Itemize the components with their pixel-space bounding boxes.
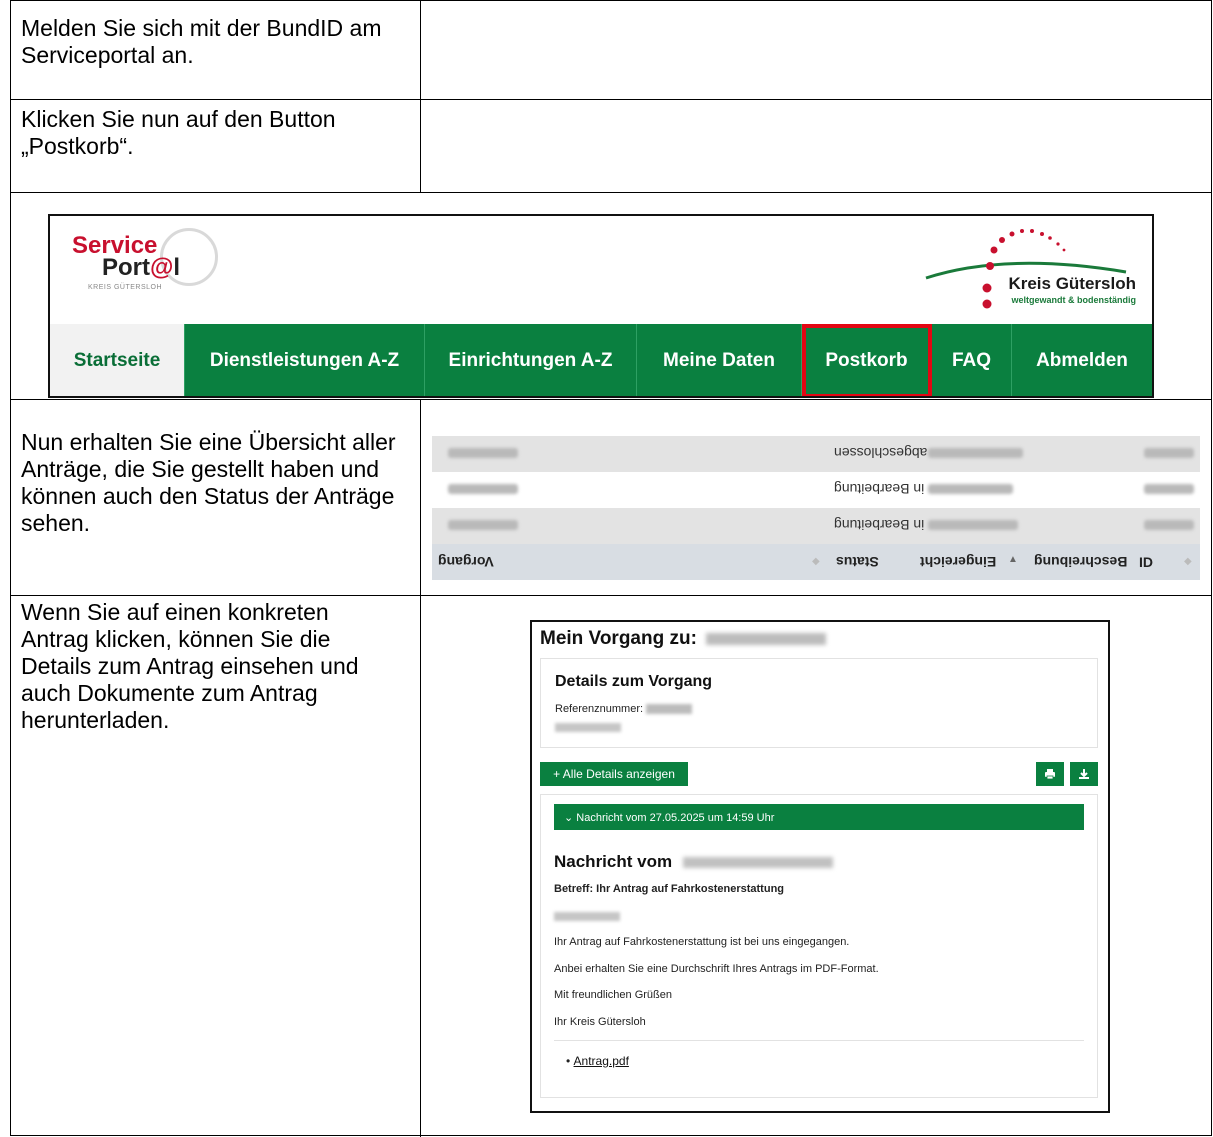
status-cell: in Bearbeitung <box>834 481 925 497</box>
redacted-line <box>555 723 621 732</box>
redacted-vorgang <box>448 484 518 494</box>
message-header[interactable]: ⌄ Nachricht vom 27.05.2025 um 14:59 Uhr <box>554 804 1084 830</box>
sort-icon[interactable]: ◆ <box>812 556 820 567</box>
status-cell: abgeschlossen <box>834 445 928 461</box>
redacted-vorgang-name <box>706 632 827 645</box>
download-icon <box>1079 769 1089 779</box>
column-divider <box>420 1 421 192</box>
row-divider <box>11 192 1211 193</box>
download-button[interactable] <box>1070 762 1098 786</box>
message-line-2: Anbei erhalten Sie eine Durchschrift Ihr… <box>554 963 879 975</box>
redacted-date <box>928 484 1013 494</box>
message-subject: Betreff: Ihr Antrag auf Fahrkostenerstat… <box>554 883 785 895</box>
message-divider <box>554 1040 1084 1041</box>
all-details-button[interactable]: + Alle Details anzeigen <box>540 762 688 786</box>
step-1-text: Melden Sie sich mit der BundID am Servic… <box>21 15 382 68</box>
logo-portal-text: Port@l <box>102 256 180 280</box>
panel-title: Details zum Vorgang <box>555 673 713 690</box>
portal-header-screenshot: Service Port@l KREIS GÜTERSLOH Kreis Güt… <box>48 214 1154 398</box>
column-divider <box>420 399 421 1137</box>
logo-portal-suffix: l <box>173 254 181 281</box>
sort-icon[interactable]: ◆ <box>1184 556 1192 567</box>
print-button[interactable] <box>1036 762 1064 786</box>
step-4-text: Wenn Sie auf einen konkreten Antrag klic… <box>21 599 359 733</box>
step-3-text: Nun erhalten Sie eine Übersicht aller An… <box>21 429 396 536</box>
kreis-logo-graphic <box>925 229 1127 280</box>
detail-title-label: Mein Vorgang zu: <box>540 628 697 649</box>
message-line-4: Ihr Kreis Gütersloh <box>554 1016 646 1028</box>
row-divider <box>11 99 1211 100</box>
message-title-label: Nachricht vom <box>554 852 673 871</box>
sort-asc-icon[interactable]: ▲ <box>1008 554 1018 565</box>
row-divider <box>11 399 1211 400</box>
reference-label: Referenznummer: <box>555 703 644 715</box>
logo-subtitle: KREIS GÜTERSLOH <box>88 284 163 291</box>
application-detail-screenshot: Mein Vorgang zu: Details zum Vorgang Ref… <box>530 620 1110 1113</box>
applications-overview-screenshot: abgeschlossen in Bearbeitung in Bearbeit… <box>432 436 1200 580</box>
nav-startseite[interactable]: Startseite <box>50 324 185 396</box>
redacted-id <box>1144 448 1194 458</box>
redacted-vorgang <box>448 520 518 530</box>
redacted-message-date <box>682 857 833 869</box>
redacted-id <box>1144 484 1194 494</box>
table-row[interactable]: in Bearbeitung <box>432 472 1200 508</box>
attachment-item: • Antrag.pdf <box>566 1054 629 1068</box>
detail-title: Mein Vorgang zu: <box>540 628 827 650</box>
step-2-text: Klicken Sie nun auf den Button „Postkorb… <box>21 106 336 159</box>
row-divider <box>11 595 1211 596</box>
redacted-reference <box>646 704 693 715</box>
kreis-logo-dots <box>982 283 992 309</box>
print-icon <box>1045 769 1055 780</box>
kreis-name: Kreis Gütersloh <box>1008 274 1136 293</box>
logo-at-sign: @ <box>150 254 174 281</box>
kreis-slogan: weltgewandt & bodenständig <box>1011 295 1136 305</box>
nav-einrichtungen[interactable]: Einrichtungen A-Z <box>425 324 637 396</box>
header-id[interactable]: ID <box>1139 554 1153 570</box>
nav-meine-daten[interactable]: Meine Daten <box>637 324 802 396</box>
redacted-date <box>928 520 1018 530</box>
message-line-3: Mit freundlichen Grüßen <box>554 989 672 1001</box>
header-vorgang[interactable]: Vorgang <box>438 554 494 570</box>
status-cell: in Bearbeitung <box>834 517 925 533</box>
nav-postkorb[interactable]: Postkorb <box>802 324 932 396</box>
nav-dienstleistungen[interactable]: Dienstleistungen A-Z <box>185 324 425 396</box>
message-title: Nachricht vom <box>554 852 833 872</box>
nav-faq[interactable]: FAQ <box>932 324 1012 396</box>
bullet: • <box>566 1054 574 1068</box>
serviceportal-logo: Service Port@l KREIS GÜTERSLOH <box>68 228 228 318</box>
header-eingereicht[interactable]: Eingereicht <box>920 554 996 570</box>
details-panel: Details zum Vorgang Referenznummer: <box>540 658 1098 748</box>
table-row[interactable]: abgeschlossen <box>432 436 1200 472</box>
redacted-date <box>928 448 1023 458</box>
table-header: Vorgang ◆ Status Eingereicht ▲ Beschreib… <box>432 544 1200 580</box>
nav-abmelden[interactable]: Abmelden <box>1012 324 1152 396</box>
table-row[interactable]: in Bearbeitung <box>432 508 1200 544</box>
reference-number: Referenznummer: <box>555 703 693 715</box>
redacted-salutation <box>554 912 620 921</box>
attachment-link[interactable]: Antrag.pdf <box>574 1054 629 1068</box>
redacted-vorgang <box>448 448 518 458</box>
redacted-id <box>1144 520 1194 530</box>
logo-portal-prefix: Port <box>102 254 150 281</box>
main-navigation: Startseite Dienstleistungen A-Z Einricht… <box>50 324 1152 396</box>
kreis-guetersloh-logo: Kreis Gütersloh weltgewandt & bodenständ… <box>916 222 1136 318</box>
header-beschreibung[interactable]: Beschreibung <box>1034 554 1127 570</box>
message-line-1: Ihr Antrag auf Fahrkostenerstattung ist … <box>554 936 850 948</box>
header-status[interactable]: Status <box>836 554 879 570</box>
